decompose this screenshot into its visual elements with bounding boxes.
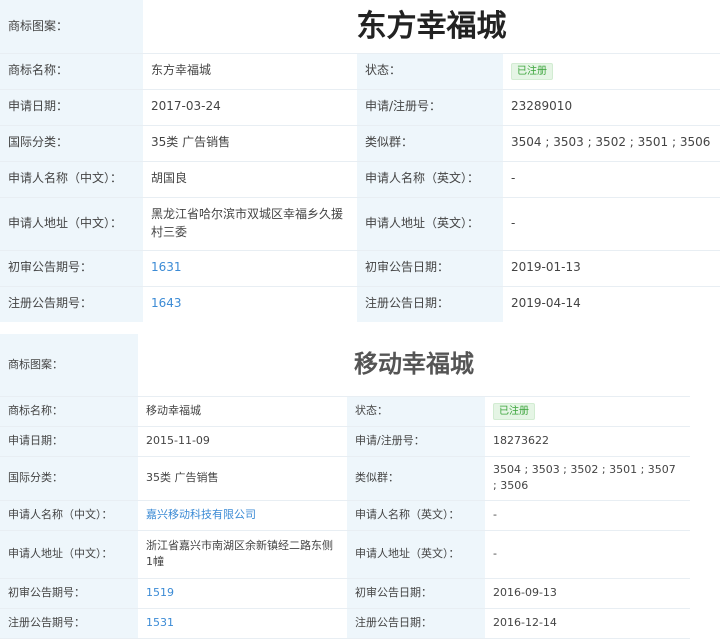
reg-pub-date: 2016-12-14 (485, 608, 691, 639)
address-en: - (503, 197, 720, 251)
similar-label: 类似群： (357, 125, 503, 162)
table-row: 申请人地址（中文）： 浙江省嘉兴市南湖区余新镇经二路东侧1幢 申请人地址（英文）… (0, 530, 691, 579)
reg-no: 18273622 (485, 426, 691, 457)
trademark-table-1: 商标图案： 东方幸福城 商标名称： 东方幸福城 状态： 已注册 申请日期： 20… (0, 0, 720, 323)
reg-pub-no-label: 注册公告期号： (0, 286, 143, 323)
reg-no-label: 申请/注册号： (347, 426, 485, 457)
applicant-en-label: 申请人名称（英文）： (357, 161, 503, 198)
address-cn: 浙江省嘉兴市南湖区余新镇经二路东侧1幢 (138, 530, 347, 579)
similar-groups: 3504 ; 3503 ; 3502 ; 3501 ; 3506 (503, 125, 720, 162)
table-row: 商标名称： 东方幸福城 状态： 已注册 (0, 53, 720, 90)
table-row: 国际分类： 35类 广告销售 类似群： 3504 ; 3503 ; 3502 ;… (0, 456, 691, 501)
address-cn-label: 申请人地址（中文）： (0, 530, 138, 579)
reg-pub-no-link[interactable]: 1531 (146, 616, 174, 629)
prelim-no-label: 初审公告期号： (0, 250, 143, 287)
table-row: 国际分类： 35类 广告销售 类似群： 3504 ; 3503 ; 3502 ;… (0, 125, 720, 162)
table-row: 申请人地址（中文）： 黑龙江省哈尔滨市双城区幸福乡久援村三委 申请人地址（英文）… (0, 197, 720, 251)
applicant-cn-label: 申请人名称（中文）： (0, 161, 143, 198)
reg-pub-no-link[interactable]: 1643 (151, 296, 182, 310)
prelim-no-label: 初审公告期号： (0, 578, 138, 609)
reg-pub-date-label: 注册公告日期： (347, 608, 485, 639)
prelim-date-label: 初审公告日期： (357, 250, 503, 287)
prelim-date: 2016-09-13 (485, 578, 691, 609)
table-row: 商标图案： 移动幸福城 (0, 334, 691, 397)
address-cn-label: 申请人地址（中文）： (0, 197, 143, 251)
reg-pub-date-label: 注册公告日期： (357, 286, 503, 323)
applicant-cn-label: 申请人名称（中文）： (0, 500, 138, 531)
trademark-logo-text: 东方幸福城 (143, 0, 720, 54)
trademark-table-2: 商标图案： 移动幸福城 商标名称： 移动幸福城 状态： 已注册 申请日期： 20… (0, 334, 691, 639)
status-label: 状态： (357, 53, 503, 90)
table-row: 初审公告期号： 1519 初审公告日期： 2016-09-13 (0, 578, 691, 609)
table-row: 申请人名称（中文）： 胡国良 申请人名称（英文）： - (0, 161, 720, 198)
logo-label: 商标图案： (0, 334, 138, 397)
applicant-cn-link[interactable]: 嘉兴移动科技有限公司 (146, 508, 256, 521)
record-divider (0, 322, 720, 334)
table-row: 注册公告期号： 1643 注册公告日期： 2019-04-14 (0, 286, 720, 323)
status-badge: 已注册 (511, 63, 553, 80)
apply-date-label: 申请日期： (0, 89, 143, 126)
applicant-en-label: 申请人名称（英文）： (347, 500, 485, 531)
prelim-no-link[interactable]: 1519 (146, 586, 174, 599)
reg-no-label: 申请/注册号： (357, 89, 503, 126)
table-row: 商标图案： 东方幸福城 (0, 0, 720, 54)
reg-pub-date: 2019-04-14 (503, 286, 720, 323)
class-label: 国际分类： (0, 125, 143, 162)
reg-pub-no-label: 注册公告期号： (0, 608, 138, 639)
table-row: 初审公告期号： 1631 初审公告日期： 2019-01-13 (0, 250, 720, 287)
similar-label: 类似群： (347, 456, 485, 501)
trademark-record-1: 商标图案： 东方幸福城 商标名称： 东方幸福城 状态： 已注册 申请日期： 20… (0, 0, 720, 323)
applicant-en: - (503, 161, 720, 198)
logo-label: 商标图案： (0, 0, 143, 54)
table-row: 商标名称： 移动幸福城 状态： 已注册 (0, 396, 691, 427)
apply-date: 2017-03-24 (143, 89, 357, 126)
applicant-en: - (485, 500, 691, 531)
table-row: 申请日期： 2017-03-24 申请/注册号： 23289010 (0, 89, 720, 126)
similar-groups: 3504 ; 3503 ; 3502 ; 3501 ; 3507 ; 3506 (485, 456, 691, 501)
prelim-date-label: 初审公告日期： (347, 578, 485, 609)
table-row: 申请人名称（中文）： 嘉兴移动科技有限公司 申请人名称（英文）： - (0, 500, 691, 531)
table-row: 申请日期： 2015-11-09 申请/注册号： 18273622 (0, 426, 691, 457)
reg-no: 23289010 (503, 89, 720, 126)
table-row: 注册公告期号： 1531 注册公告日期： 2016-12-14 (0, 608, 691, 639)
address-cn: 黑龙江省哈尔滨市双城区幸福乡久援村三委 (143, 197, 357, 251)
trademark-logo-text: 移动幸福城 (138, 334, 691, 397)
trademark-name: 移动幸福城 (138, 396, 347, 427)
prelim-no-link[interactable]: 1631 (151, 260, 182, 274)
apply-date-label: 申请日期： (0, 426, 138, 457)
prelim-date: 2019-01-13 (503, 250, 720, 287)
address-en-label: 申请人地址（英文）： (357, 197, 503, 251)
class-label: 国际分类： (0, 456, 138, 501)
name-label: 商标名称： (0, 53, 143, 90)
status-label: 状态： (347, 396, 485, 427)
trademark-record-2: 商标图案： 移动幸福城 商标名称： 移动幸福城 状态： 已注册 申请日期： 20… (0, 334, 691, 639)
status-badge: 已注册 (493, 402, 535, 420)
address-en-label: 申请人地址（英文）： (347, 530, 485, 579)
intl-class: 35类 广告销售 (138, 456, 347, 501)
applicant-cn: 胡国良 (143, 161, 357, 198)
intl-class: 35类 广告销售 (143, 125, 357, 162)
trademark-name: 东方幸福城 (143, 53, 357, 90)
apply-date: 2015-11-09 (138, 426, 347, 457)
address-en: - (485, 530, 691, 579)
name-label: 商标名称： (0, 396, 138, 427)
